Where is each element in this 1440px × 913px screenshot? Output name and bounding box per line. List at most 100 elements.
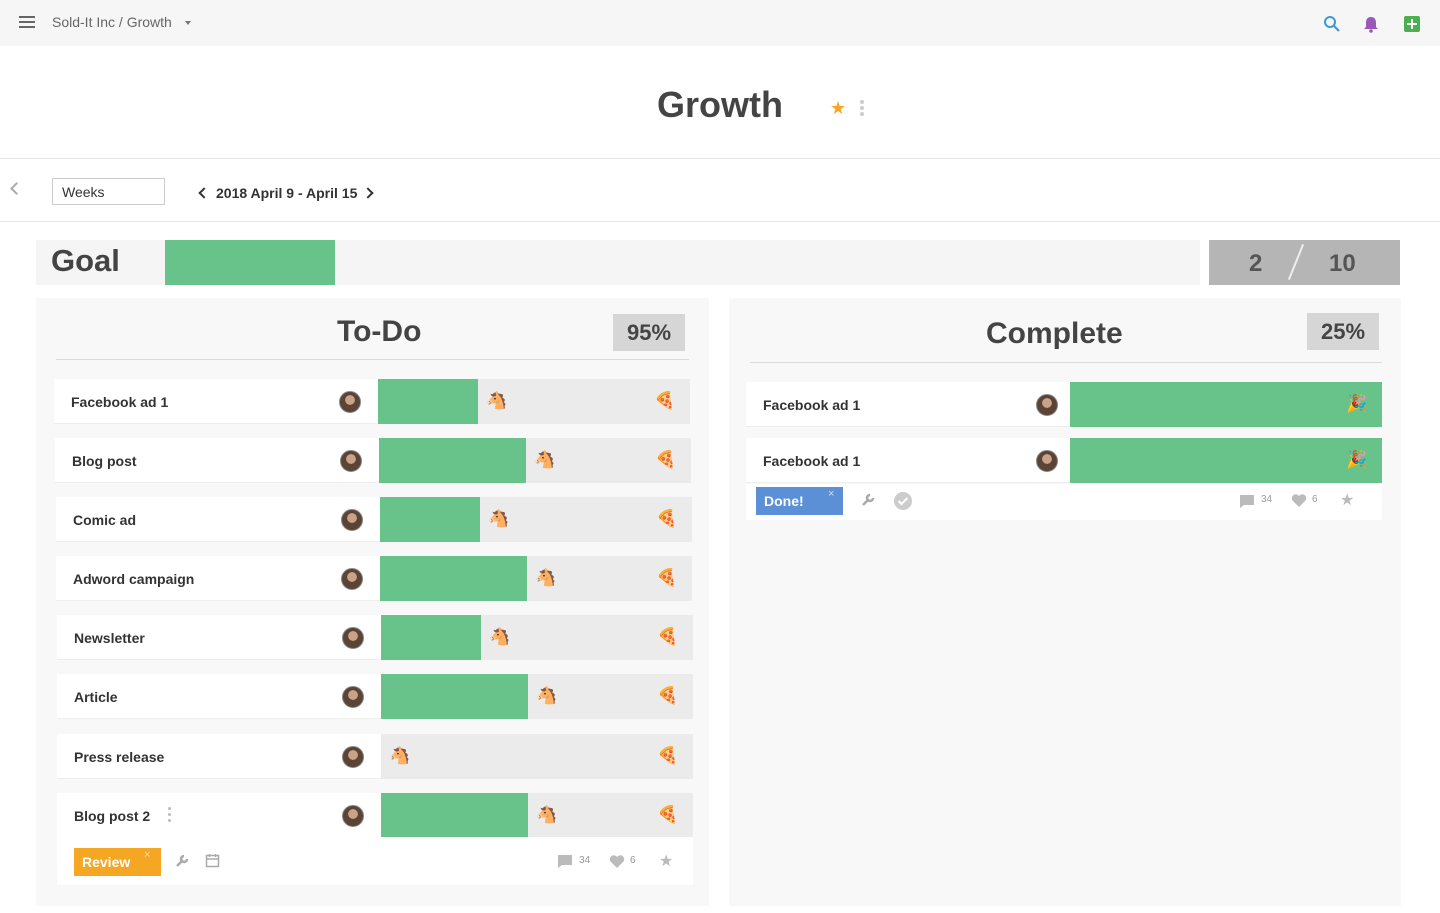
task-progress-bar: 🎉	[1070, 382, 1382, 427]
task-menu-icon[interactable]	[168, 807, 171, 825]
horse-icon[interactable]: 🐴	[534, 450, 555, 470]
todo-percent: 95%	[613, 314, 686, 351]
task-card[interactable]: Facebook ad 1	[746, 438, 1070, 483]
task-progress-bar: 🐴 🍕	[379, 438, 691, 483]
close-icon[interactable]: ×	[144, 849, 150, 861]
task-progress-fill	[381, 615, 481, 660]
calendar-icon[interactable]	[205, 853, 220, 868]
period-select[interactable]: Weeks	[52, 178, 165, 205]
goal-current: 2	[1249, 250, 1263, 277]
avatar[interactable]	[342, 805, 364, 827]
check-circle-icon[interactable]	[893, 491, 913, 511]
breadcrumb[interactable]: Sold-It Inc / Growth	[52, 14, 172, 30]
task-row[interactable]: Article 🐴 🍕	[57, 674, 693, 720]
star-icon[interactable]: ★	[659, 851, 673, 871]
bell-icon[interactable]	[1362, 15, 1380, 33]
avatar[interactable]	[1036, 450, 1058, 472]
task-card[interactable]: Facebook ad 1	[746, 382, 1070, 427]
task-progress-bar: 🐴 🍕	[381, 615, 693, 660]
horse-icon[interactable]: 🐴	[535, 568, 556, 588]
avatar[interactable]	[1036, 394, 1058, 416]
comment-count: 34	[579, 855, 591, 866]
like-count: 6	[1312, 494, 1318, 505]
pizza-icon: 🍕	[657, 805, 679, 824]
chevron-down-icon[interactable]	[185, 21, 191, 25]
complete-divider	[750, 362, 1382, 363]
goal-progress-fill	[165, 240, 335, 285]
task-progress-bar: 🐴 🍕	[378, 379, 690, 424]
task-row[interactable]: Facebook ad 1 🎉	[746, 382, 1382, 428]
complete-task-detail: Done! × 34 6 ★	[746, 484, 1382, 520]
horse-icon[interactable]: 🐴	[536, 686, 557, 706]
horse-icon[interactable]: 🐴	[389, 746, 410, 766]
task-progress-bar: 🐴 🍕	[380, 497, 692, 542]
task-card[interactable]: Press release	[57, 734, 381, 779]
task-row[interactable]: Blog post 2 🐴 🍕	[57, 793, 693, 839]
task-card[interactable]: Adword campaign	[56, 556, 380, 601]
favorite-star-icon[interactable]: ★	[830, 98, 846, 119]
task-progress-bar: 🐴 🍕	[380, 556, 692, 601]
horse-icon[interactable]: 🐴	[488, 509, 509, 529]
close-icon[interactable]: ×	[828, 488, 834, 500]
avatar[interactable]	[342, 686, 364, 708]
task-name: Facebook ad 1	[763, 453, 861, 469]
task-row[interactable]: Blog post 🐴 🍕	[55, 438, 691, 484]
like-count: 6	[630, 855, 636, 866]
task-card[interactable]: Comic ad	[56, 497, 380, 542]
star-icon[interactable]: ★	[1340, 490, 1354, 510]
task-row[interactable]: Press release 🐴 🍕	[57, 734, 693, 780]
wrench-icon[interactable]	[174, 853, 190, 869]
goal-target: 10	[1329, 250, 1356, 277]
avatar[interactable]	[342, 627, 364, 649]
avatar[interactable]	[342, 746, 364, 768]
avatar[interactable]	[340, 450, 362, 472]
task-name: Facebook ad 1	[71, 394, 169, 410]
title-area: Growth ★	[0, 46, 1440, 159]
avatar[interactable]	[341, 509, 363, 531]
heart-icon[interactable]	[1291, 493, 1307, 508]
task-card[interactable]: Article	[57, 674, 381, 719]
task-card[interactable]: Newsletter	[57, 615, 381, 660]
task-row[interactable]: Newsletter 🐴 🍕	[57, 615, 693, 661]
task-progress-fill	[379, 438, 526, 483]
party-popper-icon: 🎉	[1346, 450, 1368, 469]
back-chevron-icon[interactable]	[10, 182, 23, 195]
next-week-chevron-icon[interactable]	[362, 187, 374, 199]
comment-count: 34	[1261, 494, 1273, 505]
comment-icon[interactable]	[1239, 494, 1255, 509]
pizza-icon: 🍕	[656, 509, 678, 528]
task-progress-bar: 🐴 🍕	[381, 734, 693, 779]
task-progress-bar: 🐴 🍕	[381, 674, 693, 719]
task-row[interactable]: Facebook ad 1 🎉	[746, 438, 1382, 484]
task-row[interactable]: Facebook ad 1 🐴 🍕	[54, 379, 690, 425]
prev-week-chevron-icon[interactable]	[198, 187, 210, 199]
avatar[interactable]	[339, 391, 361, 413]
task-row[interactable]: Comic ad 🐴 🍕	[56, 497, 692, 543]
task-card[interactable]: Blog post	[55, 438, 379, 483]
heart-icon[interactable]	[609, 854, 625, 869]
task-progress-fill	[381, 674, 528, 719]
more-options-icon[interactable]	[860, 100, 864, 118]
task-name: Article	[74, 689, 118, 705]
horse-icon[interactable]: 🐴	[536, 805, 557, 825]
task-card[interactable]: Facebook ad 1	[54, 379, 378, 424]
menu-icon[interactable]	[19, 16, 35, 28]
comment-icon[interactable]	[557, 854, 573, 869]
party-popper-icon: 🎉	[1346, 394, 1368, 413]
horse-icon[interactable]: 🐴	[486, 391, 507, 411]
horse-icon[interactable]: 🐴	[489, 627, 510, 647]
task-name: Blog post 2	[74, 808, 151, 824]
pizza-icon: 🍕	[655, 450, 677, 469]
add-icon[interactable]	[1403, 15, 1421, 33]
task-progress-fill	[378, 379, 478, 424]
task-card[interactable]: Blog post 2	[57, 793, 381, 838]
task-progress-fill	[1070, 382, 1382, 427]
search-icon[interactable]	[1323, 15, 1341, 33]
todo-divider	[56, 359, 689, 360]
wrench-icon[interactable]	[860, 492, 876, 508]
task-progress-fill	[381, 793, 528, 838]
task-row[interactable]: Adword campaign 🐴 🍕	[56, 556, 692, 602]
task-name: Comic ad	[73, 512, 137, 528]
pizza-icon: 🍕	[657, 746, 679, 765]
avatar[interactable]	[341, 568, 363, 590]
